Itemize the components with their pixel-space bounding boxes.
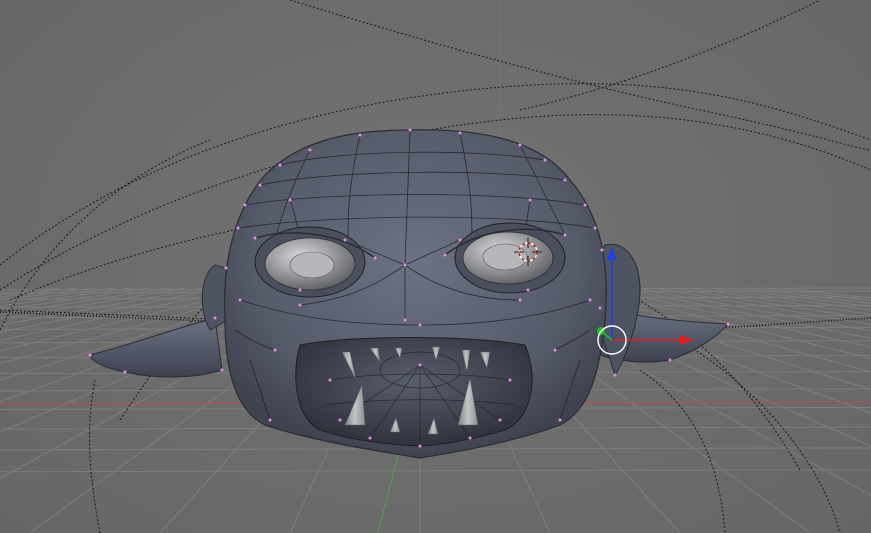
selected-vertex[interactable] [468,436,472,440]
selected-vertex[interactable] [668,358,672,362]
selected-vertex[interactable] [528,198,532,202]
selected-vertex[interactable] [418,363,422,367]
selected-vertex[interactable] [278,163,282,167]
left-horn [89,317,223,378]
selected-vertex[interactable] [588,298,592,302]
selected-vertex[interactable] [88,353,92,357]
grid-line [725,287,871,308]
selected-vertex[interactable] [443,253,447,257]
selected-vertex[interactable] [726,322,730,326]
selected-vertex[interactable] [418,323,422,327]
selected-vertex[interactable] [498,418,502,422]
selected-vertex[interactable] [526,288,530,292]
selected-vertex[interactable] [288,198,292,202]
selected-vertex[interactable] [368,436,372,440]
3d-viewport[interactable] [0,0,871,533]
selected-vertex[interactable] [123,370,127,374]
selected-vertex[interactable] [458,238,462,242]
selected-vertex[interactable] [600,248,604,252]
selected-vertex[interactable] [343,238,347,242]
selected-vertex[interactable] [553,348,557,352]
selected-vertex[interactable] [238,298,242,302]
selected-vertex[interactable] [253,236,257,240]
grid-line [0,287,133,307]
grid-line [0,469,871,473]
selected-vertex[interactable] [508,378,512,382]
grid-line [761,287,871,302]
y-axis-line [377,454,399,533]
selected-vertex[interactable] [598,306,602,310]
selected-vertex[interactable] [328,378,332,382]
selected-vertex[interactable] [458,131,462,135]
selected-vertex[interactable] [236,226,240,230]
selected-vertex[interactable] [338,418,342,422]
selected-vertex[interactable] [373,256,377,260]
selected-vertex[interactable] [258,183,262,187]
selected-vertex[interactable] [403,318,407,322]
selected-vertex[interactable] [213,316,217,320]
grid-line [743,287,871,304]
grid-line [0,287,115,304]
selected-vertex[interactable] [268,418,272,422]
selected-vertex[interactable] [613,373,617,377]
selected-vertex[interactable] [518,298,522,302]
left-pupil [289,251,335,279]
selected-vertex[interactable] [358,133,362,137]
selected-vertex[interactable] [224,266,228,270]
mouth-cavity [295,337,533,447]
grid-line [0,287,205,326]
selected-vertex[interactable] [593,226,597,230]
viewport-canvas[interactable] [0,0,871,533]
selected-vertex[interactable] [403,263,407,267]
selected-vertex[interactable] [518,143,522,147]
selected-vertex[interactable] [563,178,567,182]
selected-vertex[interactable] [273,348,277,352]
selected-vertex[interactable] [220,368,224,372]
selected-vertex[interactable] [543,158,547,162]
selected-vertex[interactable] [563,233,567,237]
selected-vertex[interactable] [298,288,302,292]
selected-vertex[interactable] [408,128,412,132]
selected-vertex[interactable] [298,303,302,307]
grid-line [0,287,151,311]
grid-line [779,287,871,299]
selected-vertex[interactable] [583,203,587,207]
selected-vertex[interactable] [308,148,312,152]
grid-line [0,287,187,320]
selected-vertex[interactable] [243,203,247,207]
selected-vertex[interactable] [558,418,562,422]
selected-vertex[interactable] [418,444,422,448]
grid-line [0,287,97,301]
